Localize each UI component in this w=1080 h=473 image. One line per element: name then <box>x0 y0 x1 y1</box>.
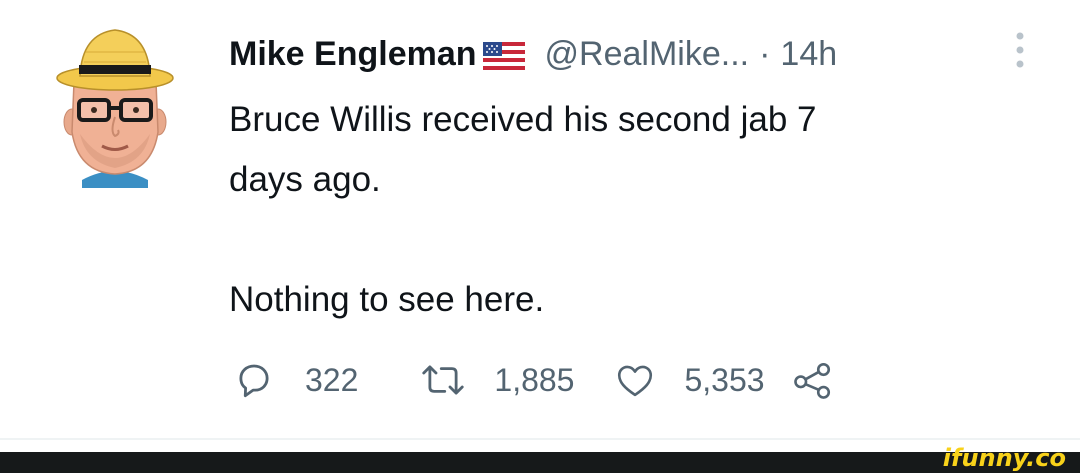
tweet-text-line: Nothing to see here. <box>229 280 545 319</box>
share-icon <box>793 362 830 399</box>
reply-icon <box>239 364 269 398</box>
header-separator: · <box>759 34 771 73</box>
tweet-text: Bruce Willis received his second jab 7 d… <box>229 90 1009 330</box>
divider <box>0 438 1080 440</box>
tweet-text-line: days ago. <box>229 160 381 199</box>
us-flag-icon <box>482 40 525 70</box>
tweet-timestamp[interactable]: 14h <box>780 35 837 74</box>
author-handle[interactable]: @RealMike... <box>545 35 750 74</box>
tweet-header: Mike Engleman @RealMike... · 14h <box>229 30 837 78</box>
author-avatar[interactable] <box>52 22 178 192</box>
retweet-button[interactable]: 1,885 <box>420 359 574 401</box>
tweet-text-line: Bruce Willis received his second jab 7 <box>229 100 817 139</box>
like-count: 5,353 <box>684 361 765 398</box>
reply-button[interactable]: 322 <box>233 359 358 401</box>
ifunny-watermark: ifunny.co <box>942 444 1066 472</box>
cartoon-avatar-icon <box>56 29 174 188</box>
heart-icon <box>618 365 653 397</box>
watermark-bar: ifunny.co <box>0 444 1080 473</box>
reply-count: 322 <box>305 361 359 398</box>
more-options-button[interactable] <box>1010 28 1030 72</box>
author-name[interactable]: Mike Engleman <box>229 35 477 74</box>
retweet-count: 1,885 <box>494 361 575 398</box>
tweet-actions: 322 1,885 5,353 <box>229 350 835 410</box>
share-button[interactable] <box>791 359 835 401</box>
like-button[interactable]: 5,353 <box>612 359 765 401</box>
vertical-dots-icon <box>1016 32 1024 68</box>
retweet-icon <box>422 365 465 395</box>
